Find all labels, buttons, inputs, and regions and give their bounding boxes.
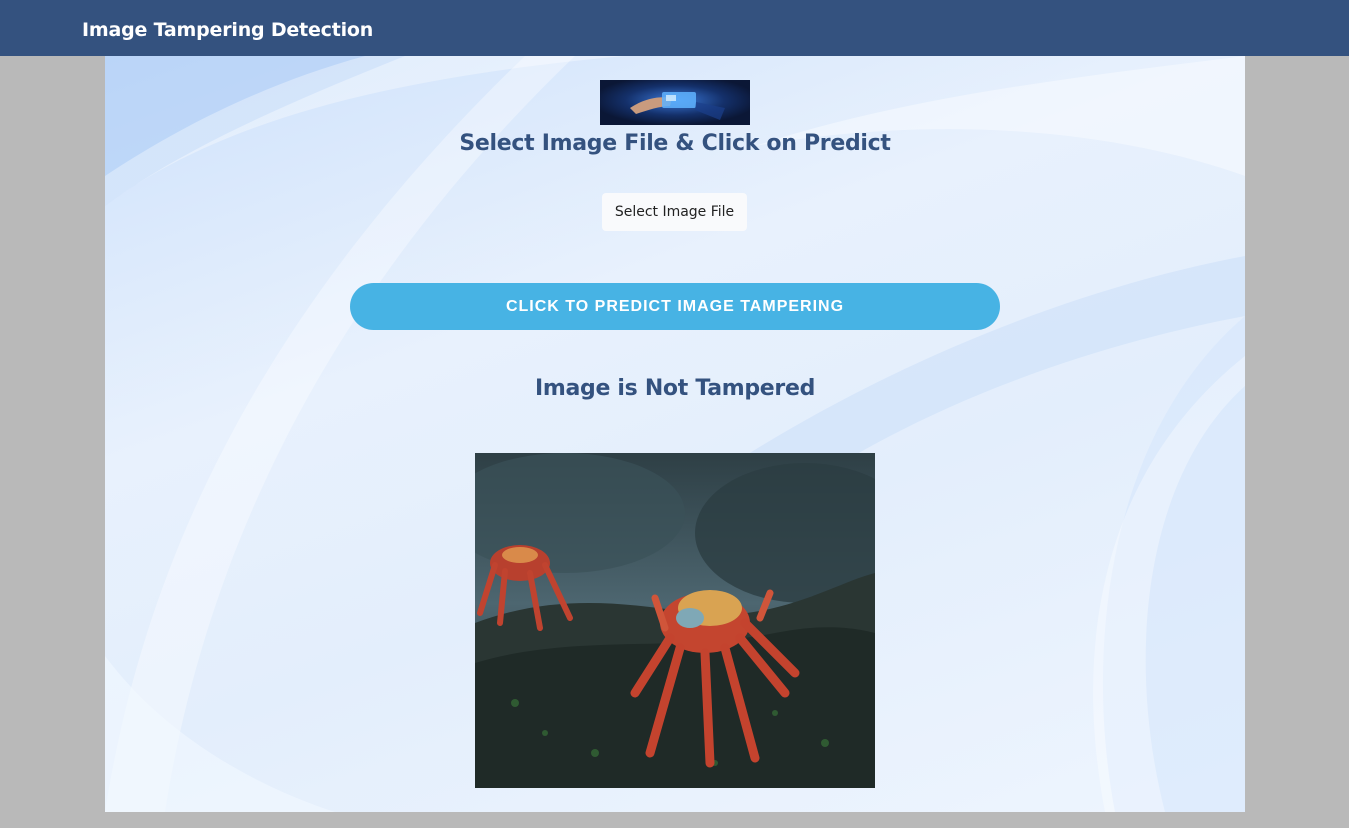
predict-tampering-button[interactable]: CLICK TO PREDICT IMAGE TAMPERING <box>350 283 1000 330</box>
top-navbar: Image Tampering Detection <box>0 0 1349 56</box>
app-title[interactable]: Image Tampering Detection <box>82 17 373 43</box>
select-image-file-button[interactable]: Select Image File <box>602 193 747 231</box>
prediction-result-text: Image is Not Tampered <box>534 376 816 401</box>
banner-image <box>600 80 750 125</box>
uploaded-image-preview <box>475 453 875 788</box>
select-instruction-heading: Select Image File & Click on Predict <box>459 131 891 156</box>
main-panel: Select Image File & Click on Predict Sel… <box>105 56 1245 812</box>
